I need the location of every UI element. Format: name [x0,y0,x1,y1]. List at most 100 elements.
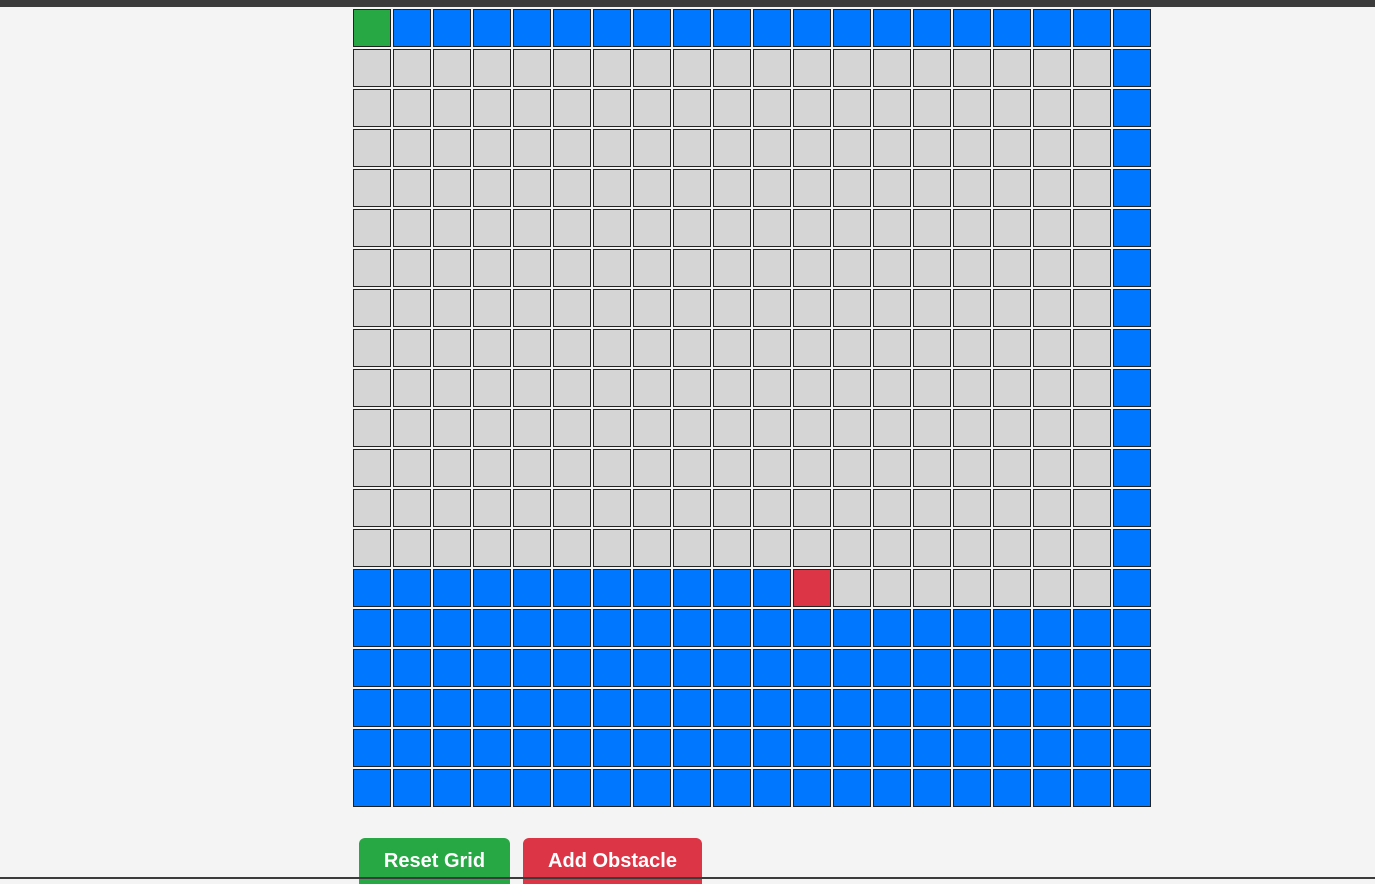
empty-cell[interactable] [713,249,751,287]
empty-cell[interactable] [1033,329,1071,367]
path-cell[interactable] [713,769,751,807]
path-cell[interactable] [1113,369,1151,407]
path-cell[interactable] [553,609,591,647]
empty-cell[interactable] [873,129,911,167]
path-cell[interactable] [833,649,871,687]
empty-cell[interactable] [553,49,591,87]
path-cell[interactable] [673,689,711,727]
empty-cell[interactable] [873,89,911,127]
empty-cell[interactable] [633,449,671,487]
path-cell[interactable] [953,649,991,687]
path-cell[interactable] [673,649,711,687]
path-cell[interactable] [753,729,791,767]
empty-cell[interactable] [1033,529,1071,567]
empty-cell[interactable] [393,529,431,567]
path-cell[interactable] [1073,649,1111,687]
empty-cell[interactable] [1073,129,1111,167]
path-cell[interactable] [593,769,631,807]
empty-cell[interactable] [753,289,791,327]
empty-cell[interactable] [753,529,791,567]
path-cell[interactable] [833,689,871,727]
path-cell[interactable] [713,729,751,767]
empty-cell[interactable] [753,369,791,407]
empty-cell[interactable] [513,409,551,447]
path-cell[interactable] [713,689,751,727]
empty-cell[interactable] [673,489,711,527]
empty-cell[interactable] [513,369,551,407]
empty-cell[interactable] [713,529,751,567]
path-cell[interactable] [1113,449,1151,487]
path-cell[interactable] [673,9,711,47]
path-cell[interactable] [993,689,1031,727]
empty-cell[interactable] [793,409,831,447]
empty-cell[interactable] [793,489,831,527]
path-cell[interactable] [553,9,591,47]
empty-cell[interactable] [873,489,911,527]
path-cell[interactable] [513,689,551,727]
empty-cell[interactable] [1033,449,1071,487]
path-cell[interactable] [1113,649,1151,687]
path-cell[interactable] [1073,689,1111,727]
empty-cell[interactable] [993,289,1031,327]
path-cell[interactable] [433,689,471,727]
empty-cell[interactable] [353,529,391,567]
empty-cell[interactable] [593,329,631,367]
empty-cell[interactable] [473,169,511,207]
empty-cell[interactable] [553,129,591,167]
empty-cell[interactable] [913,569,951,607]
empty-cell[interactable] [353,89,391,127]
empty-cell[interactable] [753,209,791,247]
path-cell[interactable] [393,769,431,807]
empty-cell[interactable] [873,529,911,567]
empty-cell[interactable] [913,129,951,167]
path-cell[interactable] [353,689,391,727]
path-cell[interactable] [353,649,391,687]
path-cell[interactable] [1033,689,1071,727]
empty-cell[interactable] [873,249,911,287]
empty-cell[interactable] [713,369,751,407]
path-cell[interactable] [793,729,831,767]
empty-cell[interactable] [913,449,951,487]
empty-cell[interactable] [913,409,951,447]
empty-cell[interactable] [993,529,1031,567]
empty-cell[interactable] [833,89,871,127]
empty-cell[interactable] [753,129,791,167]
path-cell[interactable] [833,9,871,47]
path-cell[interactable] [1113,249,1151,287]
empty-cell[interactable] [553,89,591,127]
empty-cell[interactable] [833,249,871,287]
empty-cell[interactable] [1033,169,1071,207]
empty-cell[interactable] [833,329,871,367]
empty-cell[interactable] [953,289,991,327]
empty-cell[interactable] [993,169,1031,207]
empty-cell[interactable] [793,249,831,287]
empty-cell[interactable] [473,49,511,87]
path-cell[interactable] [753,689,791,727]
empty-cell[interactable] [793,209,831,247]
empty-cell[interactable] [993,569,1031,607]
empty-cell[interactable] [513,169,551,207]
empty-cell[interactable] [433,169,471,207]
empty-cell[interactable] [793,129,831,167]
path-cell[interactable] [393,649,431,687]
empty-cell[interactable] [873,169,911,207]
empty-cell[interactable] [553,209,591,247]
empty-cell[interactable] [993,49,1031,87]
path-cell[interactable] [993,609,1031,647]
empty-cell[interactable] [793,369,831,407]
empty-cell[interactable] [673,529,711,567]
path-cell[interactable] [713,569,751,607]
empty-cell[interactable] [553,169,591,207]
empty-cell[interactable] [353,449,391,487]
empty-cell[interactable] [713,129,751,167]
empty-cell[interactable] [713,329,751,367]
empty-cell[interactable] [753,489,791,527]
empty-cell[interactable] [593,529,631,567]
path-cell[interactable] [633,649,671,687]
path-cell[interactable] [753,649,791,687]
empty-cell[interactable] [793,449,831,487]
empty-cell[interactable] [873,49,911,87]
path-cell[interactable] [953,729,991,767]
path-cell[interactable] [1113,329,1151,367]
path-cell[interactable] [833,769,871,807]
